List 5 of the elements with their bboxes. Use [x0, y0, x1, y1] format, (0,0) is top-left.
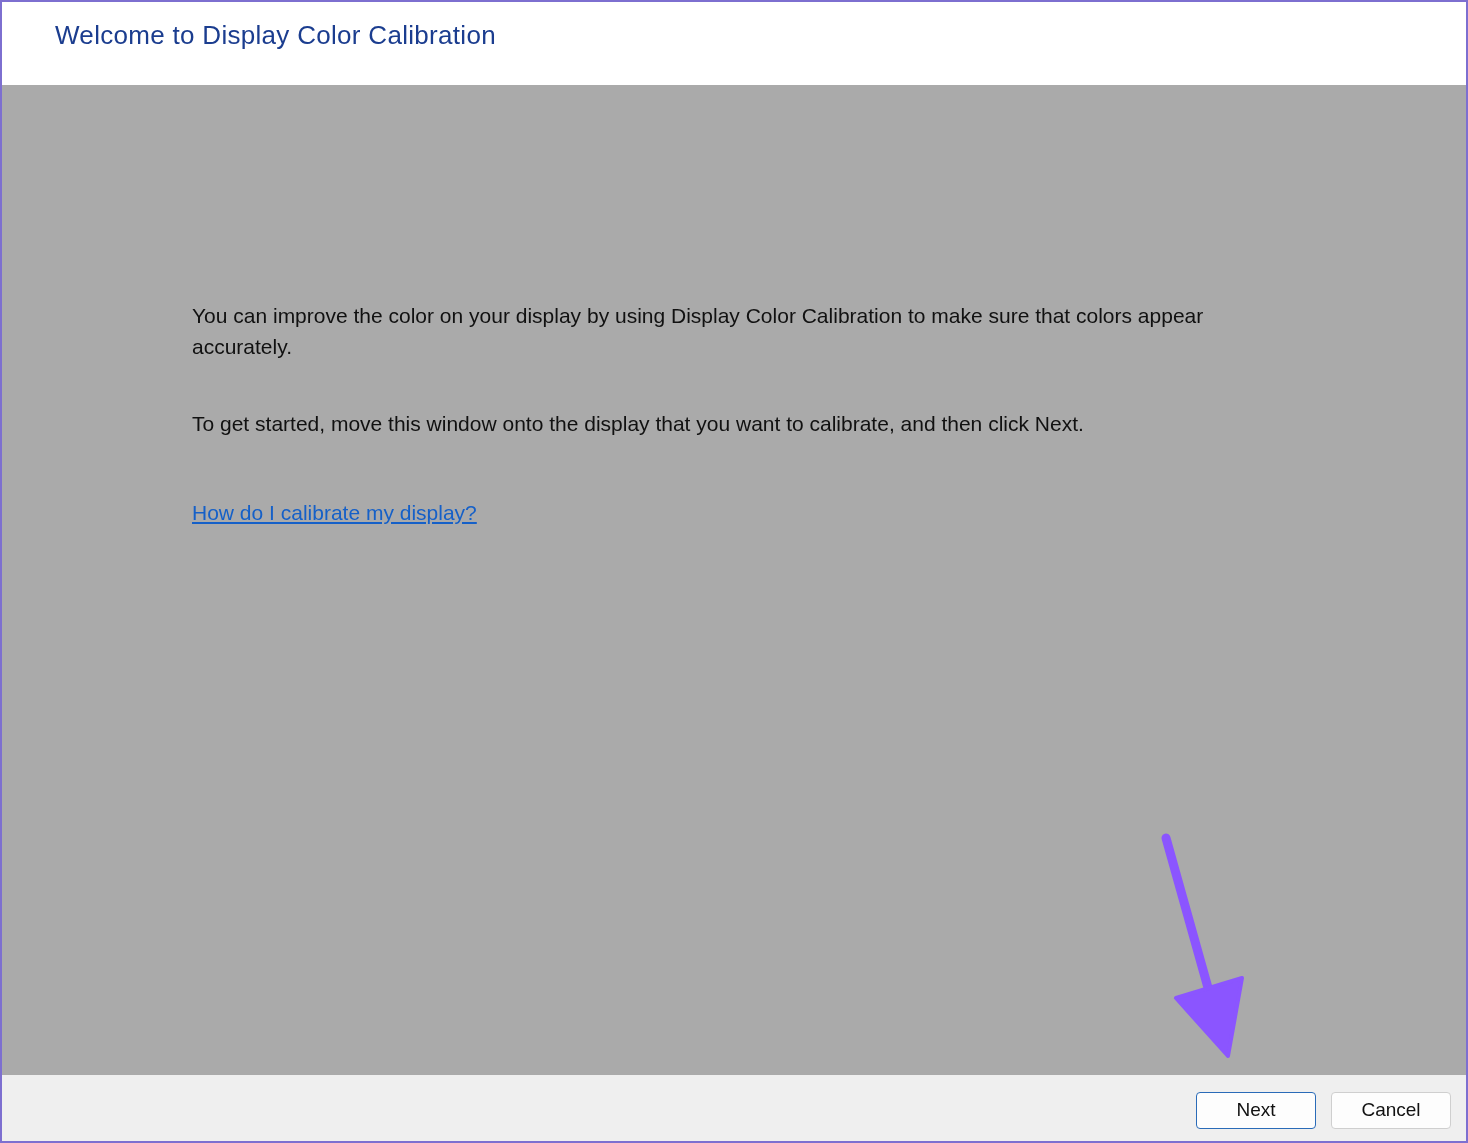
window-title: Welcome to Display Color Calibration	[55, 20, 496, 51]
cancel-button[interactable]: Cancel	[1331, 1091, 1451, 1129]
next-button[interactable]: Next	[1196, 1091, 1316, 1129]
instruction-text: To get started, move this window onto the display that you want to calibrate, and then click Next.	[192, 411, 1084, 437]
instruction-text: You can improve the color on your display by using Display Color Calibration to make sure that colors appear accurately.	[192, 303, 1205, 360]
